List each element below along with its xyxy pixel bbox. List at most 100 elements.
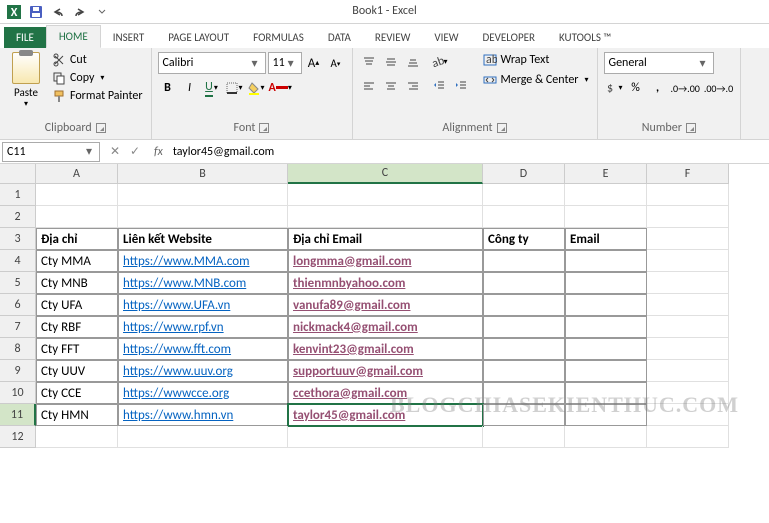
col-header-E[interactable]: E — [565, 164, 647, 184]
clipboard-dialog-launcher[interactable] — [96, 123, 106, 133]
cell-A7[interactable]: Cty RBF — [36, 316, 118, 338]
cell-E6[interactable] — [565, 294, 647, 316]
italic-button[interactable]: I — [180, 78, 200, 98]
font-dialog-launcher[interactable] — [259, 123, 269, 133]
cell-C10[interactable]: ccethora@gmail.com — [288, 382, 483, 404]
cell-B7[interactable]: https://www.rpf.vn — [118, 316, 288, 338]
percent-button[interactable]: % — [626, 78, 646, 98]
row-header-12[interactable]: 12 — [0, 426, 36, 448]
cell-F10[interactable] — [647, 382, 729, 404]
cell-A12[interactable] — [36, 426, 118, 448]
cell-D4[interactable] — [483, 250, 565, 272]
col-header-B[interactable]: B — [118, 164, 288, 184]
align-bottom-button[interactable] — [403, 52, 423, 72]
cell-D5[interactable] — [483, 272, 565, 294]
redo-icon[interactable] — [70, 2, 90, 22]
bold-button[interactable]: B — [158, 78, 178, 98]
row-header-8[interactable]: 8 — [0, 338, 36, 360]
cell-C9[interactable]: supportuuv@gmail.com — [288, 360, 483, 382]
cell-F5[interactable] — [647, 272, 729, 294]
cell-E2[interactable] — [565, 206, 647, 228]
cell-B10[interactable]: https://wwwcce.org — [118, 382, 288, 404]
cell-E11[interactable] — [565, 404, 647, 426]
tab-file[interactable]: FILE — [4, 27, 46, 48]
cell-F1[interactable] — [647, 184, 729, 206]
cell-E9[interactable] — [565, 360, 647, 382]
cell-F2[interactable] — [647, 206, 729, 228]
cell-C12[interactable] — [288, 426, 483, 448]
cell-B9[interactable]: https://www.uuv.org — [118, 360, 288, 382]
cell-A6[interactable]: Cty UFA — [36, 294, 118, 316]
cell-E10[interactable] — [565, 382, 647, 404]
cell-A8[interactable]: Cty FFT — [36, 338, 118, 360]
cell-D11[interactable] — [483, 404, 565, 426]
worksheet-grid[interactable]: 123456789101112 ABCDEF Địa chỉLiên kết W… — [0, 164, 769, 448]
tab-page-layout[interactable]: PAGE LAYOUT — [156, 27, 241, 48]
cell-E5[interactable] — [565, 272, 647, 294]
tab-data[interactable]: DATA — [316, 27, 363, 48]
cell-A11[interactable]: Cty HMN — [36, 404, 118, 426]
accounting-format-button[interactable]: $▾ — [604, 78, 624, 98]
row-header-7[interactable]: 7 — [0, 316, 36, 338]
cell-D7[interactable] — [483, 316, 565, 338]
cell-C11[interactable]: taylor45@gmail.com — [288, 404, 483, 426]
cell-F3[interactable] — [647, 228, 729, 250]
decrease-indent-button[interactable] — [429, 76, 449, 96]
row-header-11[interactable]: 11 — [0, 404, 36, 426]
undo-icon[interactable] — [48, 2, 68, 22]
comma-button[interactable]: , — [648, 78, 668, 98]
font-size-combo[interactable]: 11▾ — [268, 52, 302, 74]
tab-insert[interactable]: INSERT — [101, 27, 157, 48]
save-icon[interactable] — [26, 2, 46, 22]
cell-D3[interactable]: Công ty — [483, 228, 565, 250]
align-center-button[interactable] — [381, 76, 401, 96]
col-header-A[interactable]: A — [36, 164, 118, 184]
cell-C8[interactable]: kenvint23@gmail.com — [288, 338, 483, 360]
row-header-5[interactable]: 5 — [0, 272, 36, 294]
excel-icon[interactable]: X — [4, 2, 24, 22]
cell-B1[interactable] — [118, 184, 288, 206]
cell-B3[interactable]: Liên kết Website — [118, 228, 288, 250]
cell-E4[interactable] — [565, 250, 647, 272]
cell-E12[interactable] — [565, 426, 647, 448]
cell-B2[interactable] — [118, 206, 288, 228]
cell-C6[interactable]: vanufa89@gmail.com — [288, 294, 483, 316]
tab-kutools[interactable]: KUTOOLS ™ — [547, 27, 623, 48]
cell-F12[interactable] — [647, 426, 729, 448]
enter-icon[interactable]: ✓ — [126, 144, 144, 159]
cell-D9[interactable] — [483, 360, 565, 382]
align-middle-button[interactable] — [381, 52, 401, 72]
cell-D10[interactable] — [483, 382, 565, 404]
decrease-decimal-button[interactable]: .00→.0 — [703, 78, 734, 98]
cell-F8[interactable] — [647, 338, 729, 360]
row-header-10[interactable]: 10 — [0, 382, 36, 404]
row-header-6[interactable]: 6 — [0, 294, 36, 316]
cell-B8[interactable]: https://www.fft.com — [118, 338, 288, 360]
tab-developer[interactable]: DEVELOPER — [471, 27, 547, 48]
cut-button[interactable]: Cut — [50, 52, 145, 68]
cell-F9[interactable] — [647, 360, 729, 382]
decrease-font-button[interactable]: A▾ — [326, 53, 346, 73]
col-header-F[interactable]: F — [647, 164, 729, 184]
align-top-button[interactable] — [359, 52, 379, 72]
cell-F6[interactable] — [647, 294, 729, 316]
alignment-dialog-launcher[interactable] — [497, 123, 507, 133]
cell-A9[interactable]: Cty UUV — [36, 360, 118, 382]
cell-E8[interactable] — [565, 338, 647, 360]
tab-home[interactable]: HOME — [46, 25, 101, 48]
cell-E3[interactable]: Email — [565, 228, 647, 250]
underline-button[interactable]: U▾ — [202, 78, 222, 98]
cell-C4[interactable]: longmma@gmail.com — [288, 250, 483, 272]
formula-input[interactable] — [169, 142, 769, 162]
row-header-9[interactable]: 9 — [0, 360, 36, 382]
cell-A10[interactable]: Cty CCE — [36, 382, 118, 404]
cell-A3[interactable]: Địa chỉ — [36, 228, 118, 250]
col-header-C[interactable]: C — [288, 164, 483, 184]
font-name-combo[interactable]: Calibri▾ — [158, 52, 266, 74]
format-painter-button[interactable]: Format Painter — [50, 88, 145, 104]
cell-A2[interactable] — [36, 206, 118, 228]
wrap-text-button[interactable]: abWrap Text — [481, 52, 591, 68]
tab-review[interactable]: REVIEW — [363, 27, 423, 48]
cell-B4[interactable]: https://www.MMA.com — [118, 250, 288, 272]
number-format-combo[interactable]: General▾ — [604, 52, 714, 74]
